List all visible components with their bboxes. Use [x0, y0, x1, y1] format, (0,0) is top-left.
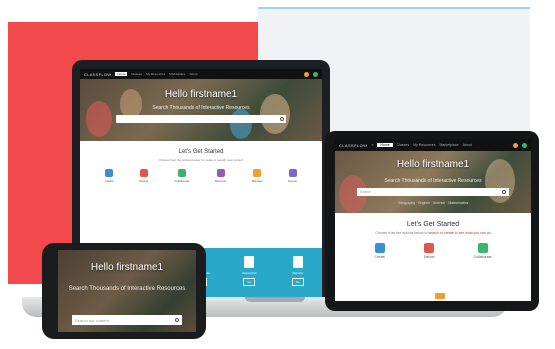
brand-logo[interactable]: CLASSFLOW	[339, 143, 367, 148]
report-icon	[288, 169, 297, 177]
hero-title: Hello firstname1	[90, 262, 164, 273]
laptop-navbar: CLASSFLOW Home Classes My Resources Mark…	[80, 69, 322, 79]
action-deliver[interactable]: Deliver	[424, 243, 435, 259]
search-input[interactable]: Search	[357, 188, 509, 196]
tablet-device: CLASSFLOW ≡ Home Classes My Resources Ma…	[325, 131, 539, 311]
notification-icon[interactable]	[304, 71, 309, 77]
action-create[interactable]: Create	[105, 169, 114, 183]
search-input[interactable]	[116, 115, 286, 123]
nav-marketplace[interactable]: Marketplace	[169, 72, 185, 76]
deliver-icon	[139, 169, 148, 177]
search-input[interactable]: Search our content	[72, 315, 182, 325]
deliver-icon	[424, 243, 435, 253]
getting-started-section: Let's Get Started Choose from the option…	[335, 213, 531, 259]
action-deliver[interactable]: Deliver	[139, 169, 149, 183]
search-icon[interactable]	[280, 117, 284, 121]
action-discover[interactable]: Discover	[215, 169, 226, 183]
nav-marketplace[interactable]: Marketplace	[440, 143, 459, 147]
card-button[interactable]: Go	[291, 278, 304, 286]
action-create[interactable]: Create	[374, 243, 385, 259]
action-collaborate[interactable]: Collaborate	[474, 243, 492, 259]
hero-subtitle: Search Thousands of Interactive Resource…	[152, 105, 250, 111]
avatar[interactable]	[522, 142, 527, 148]
subject-tags[interactable]: Geography · English · Science · Mathemat…	[335, 201, 531, 205]
search-icon[interactable]	[175, 318, 179, 322]
nav-about[interactable]: About	[463, 143, 472, 147]
manage-icon	[253, 169, 262, 177]
notification-icon[interactable]	[513, 142, 518, 148]
hero-subtitle: Search Thousands of Interactive Resource…	[384, 178, 482, 184]
hero-title: Hello firstname1	[164, 89, 238, 100]
create-icon	[374, 243, 385, 253]
action-manage[interactable]: Manage	[252, 169, 263, 183]
nav-classes[interactable]: Classes	[397, 143, 409, 147]
document-icon	[244, 256, 255, 268]
phone-screen: Hello firstname1 Search Thousands of Int…	[58, 250, 196, 332]
search-icon[interactable]	[502, 190, 506, 194]
create-icon	[105, 169, 114, 177]
section-text: Choose from the options below to search …	[375, 231, 491, 235]
avatar[interactable]	[313, 71, 318, 77]
collaborate-icon	[477, 243, 488, 253]
folder-icon	[435, 293, 445, 299]
brand-logo[interactable]: CLASSFLOW	[84, 72, 111, 77]
nav-about[interactable]: About	[190, 72, 198, 76]
section-title: Let's Get Started	[406, 221, 460, 228]
nav-home[interactable]: Home	[377, 143, 393, 147]
hero-subtitle: Search Thousands of Interactive Resource…	[68, 286, 186, 292]
menu-icon[interactable]: ≡	[371, 143, 373, 147]
phone-device: Hello firstname1 Search Thousands of Int…	[42, 243, 206, 339]
collaborate-icon	[177, 169, 186, 177]
laptop-hero: Hello firstname1 Search Thousands of Int…	[80, 79, 322, 141]
action-report[interactable]: Report	[288, 169, 297, 183]
tablet-navbar: CLASSFLOW ≡ Home Classes My Resources Ma…	[335, 139, 531, 151]
section-title: Let's Get Started	[178, 149, 224, 155]
getting-started-section: Let's Get Started Choose from the option…	[80, 141, 322, 183]
hero-title: Hello firstname1	[396, 159, 470, 170]
document-icon	[292, 256, 303, 268]
nav-home[interactable]: Home	[115, 72, 128, 76]
action-collaborate[interactable]: Collaborate	[174, 169, 189, 183]
help-link[interactable]: search or create to see what you can do	[428, 231, 490, 235]
nav-my-resources[interactable]: My Resources	[146, 72, 165, 76]
tablet-screen: CLASSFLOW ≡ Home Classes My Resources Ma…	[335, 139, 531, 301]
card-button[interactable]: Go	[243, 278, 256, 286]
laptop-notch	[245, 297, 305, 302]
nav-classes[interactable]: Classes	[131, 72, 142, 76]
tablet-hero: Hello firstname1 Search Thousands of Int…	[335, 151, 531, 213]
section-text: Choose from the options below to create …	[158, 158, 244, 162]
discover-icon	[216, 169, 225, 177]
nav-my-resources[interactable]: My Resources	[413, 143, 435, 147]
